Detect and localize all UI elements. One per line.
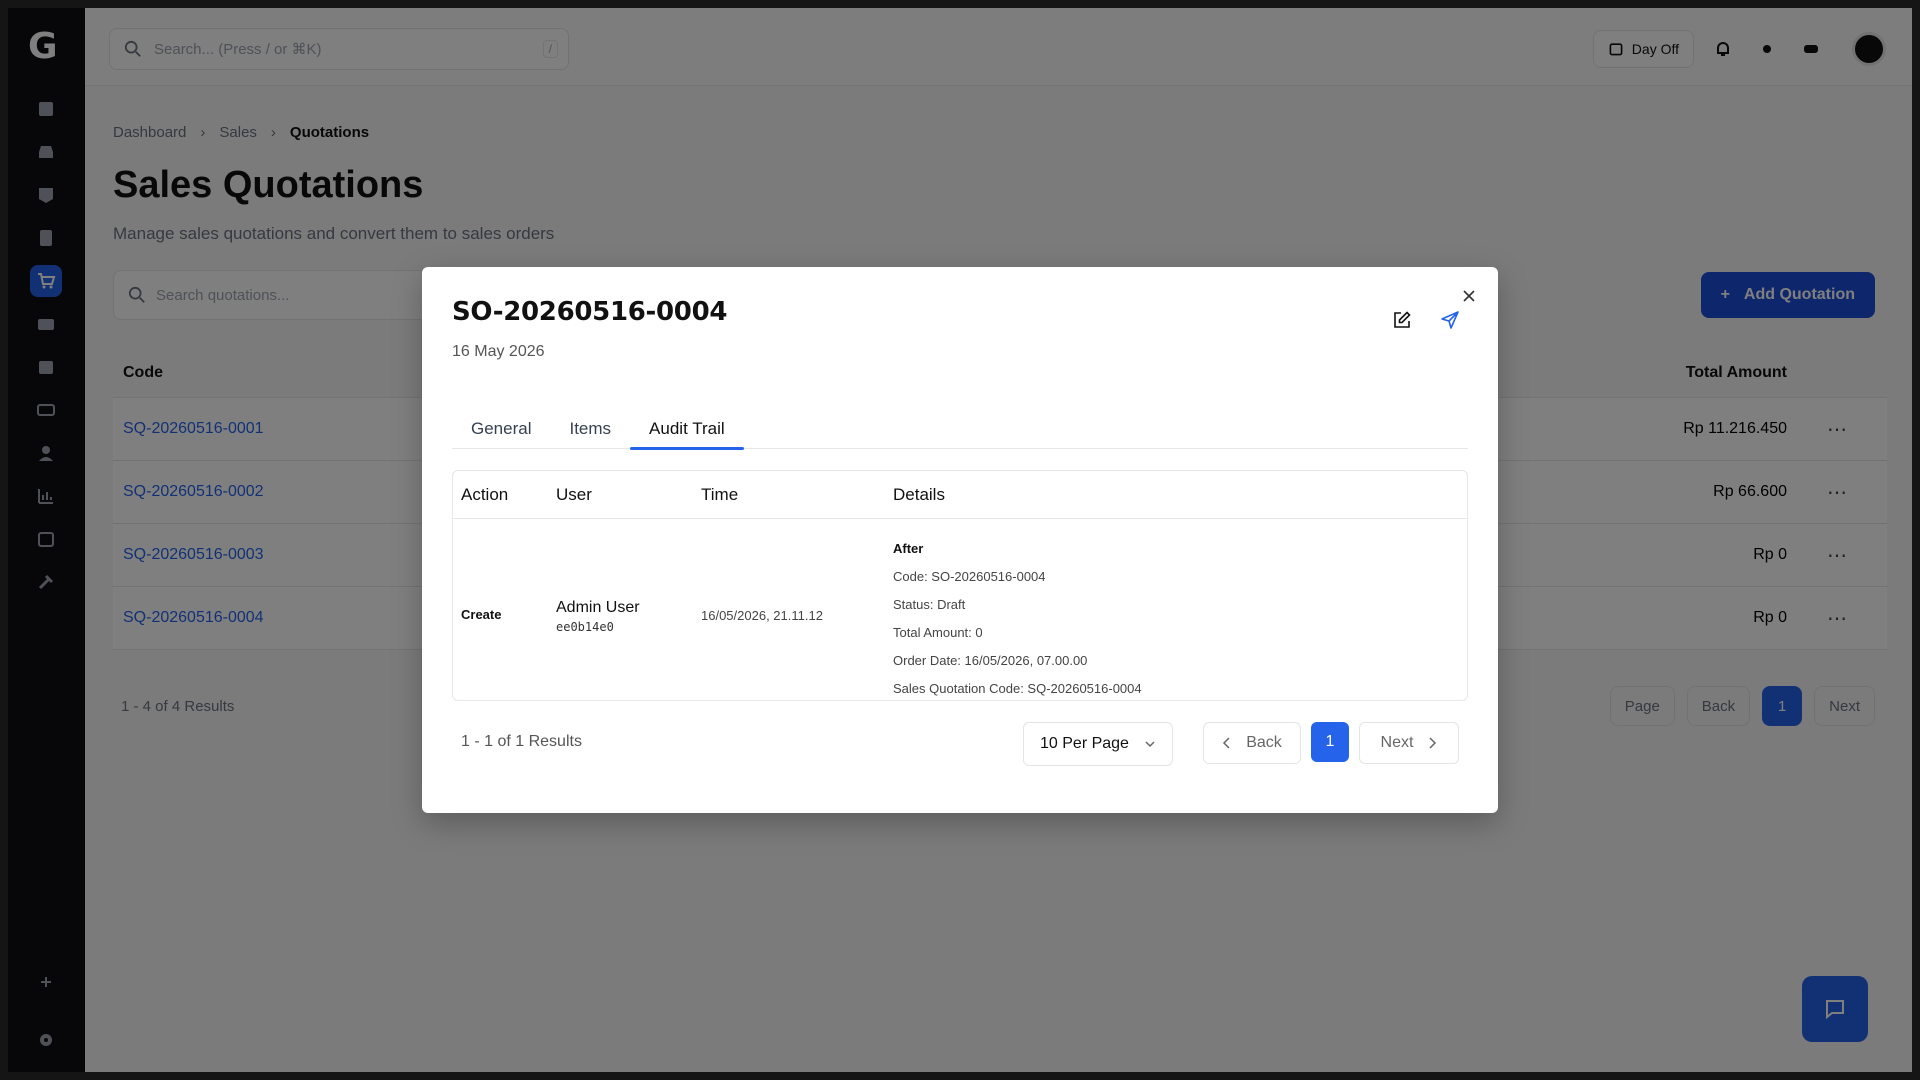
quotation-detail-modal: SO-20260516-0004 16 May 2026 General Ite… bbox=[422, 267, 1498, 813]
row-time: 16/05/2026, 21.11.12 bbox=[701, 608, 823, 623]
column-details: Details bbox=[893, 485, 945, 504]
column-action: Action bbox=[461, 485, 509, 504]
tab-general[interactable]: General bbox=[452, 409, 550, 449]
page-1-button[interactable]: 1 bbox=[1311, 722, 1349, 762]
chevron-down-icon bbox=[1145, 741, 1155, 748]
back-button[interactable]: Back bbox=[1203, 722, 1301, 764]
close-icon[interactable] bbox=[1458, 285, 1480, 307]
audit-trail-table: Action User Time Details Create Admin Us… bbox=[452, 470, 1468, 701]
modal-results-count: 1 - 1 of 1 Results bbox=[461, 733, 582, 750]
column-user: User bbox=[556, 485, 592, 504]
modal-title: SO-20260516-0004 bbox=[452, 297, 728, 327]
send-icon[interactable] bbox=[1436, 306, 1464, 334]
column-time: Time bbox=[701, 485, 739, 504]
next-label: Next bbox=[1380, 734, 1414, 751]
edit-icon[interactable] bbox=[1388, 306, 1416, 334]
per-page-value: 10 Per Page bbox=[1040, 735, 1129, 752]
tab-audit-trail[interactable]: Audit Trail bbox=[630, 409, 744, 450]
modal-tabs: General Items Audit Trail bbox=[452, 409, 1468, 450]
back-label: Back bbox=[1246, 734, 1282, 751]
per-page-select[interactable]: 10 Per Page bbox=[1023, 722, 1173, 766]
details-line: Sales Quotation Code: SQ-20260516-0004 bbox=[893, 681, 1142, 696]
tab-items[interactable]: Items bbox=[550, 409, 630, 449]
details-line: Status: Draft bbox=[893, 597, 966, 612]
row-details: After Code: SO-20260516-0004 Status: Dra… bbox=[893, 535, 1142, 700]
modal-date: 16 May 2026 bbox=[452, 343, 545, 360]
details-line: Order Date: 16/05/2026, 07.00.00 bbox=[893, 653, 1088, 668]
row-user-id: ee0b14e0 bbox=[556, 620, 614, 634]
table-row: Create Admin User ee0b14e0 16/05/2026, 2… bbox=[453, 519, 1467, 700]
details-line: Total Amount: 0 bbox=[893, 625, 983, 640]
row-user-name: Admin User bbox=[556, 599, 640, 616]
row-action: Create bbox=[461, 607, 502, 622]
details-heading: After bbox=[893, 541, 924, 556]
table-header: Action User Time Details bbox=[453, 471, 1467, 519]
details-line: Code: SO-20260516-0004 bbox=[893, 569, 1046, 584]
next-button[interactable]: Next bbox=[1359, 722, 1459, 764]
chevron-left-icon bbox=[1223, 737, 1230, 749]
chevron-right-icon bbox=[1429, 737, 1437, 749]
